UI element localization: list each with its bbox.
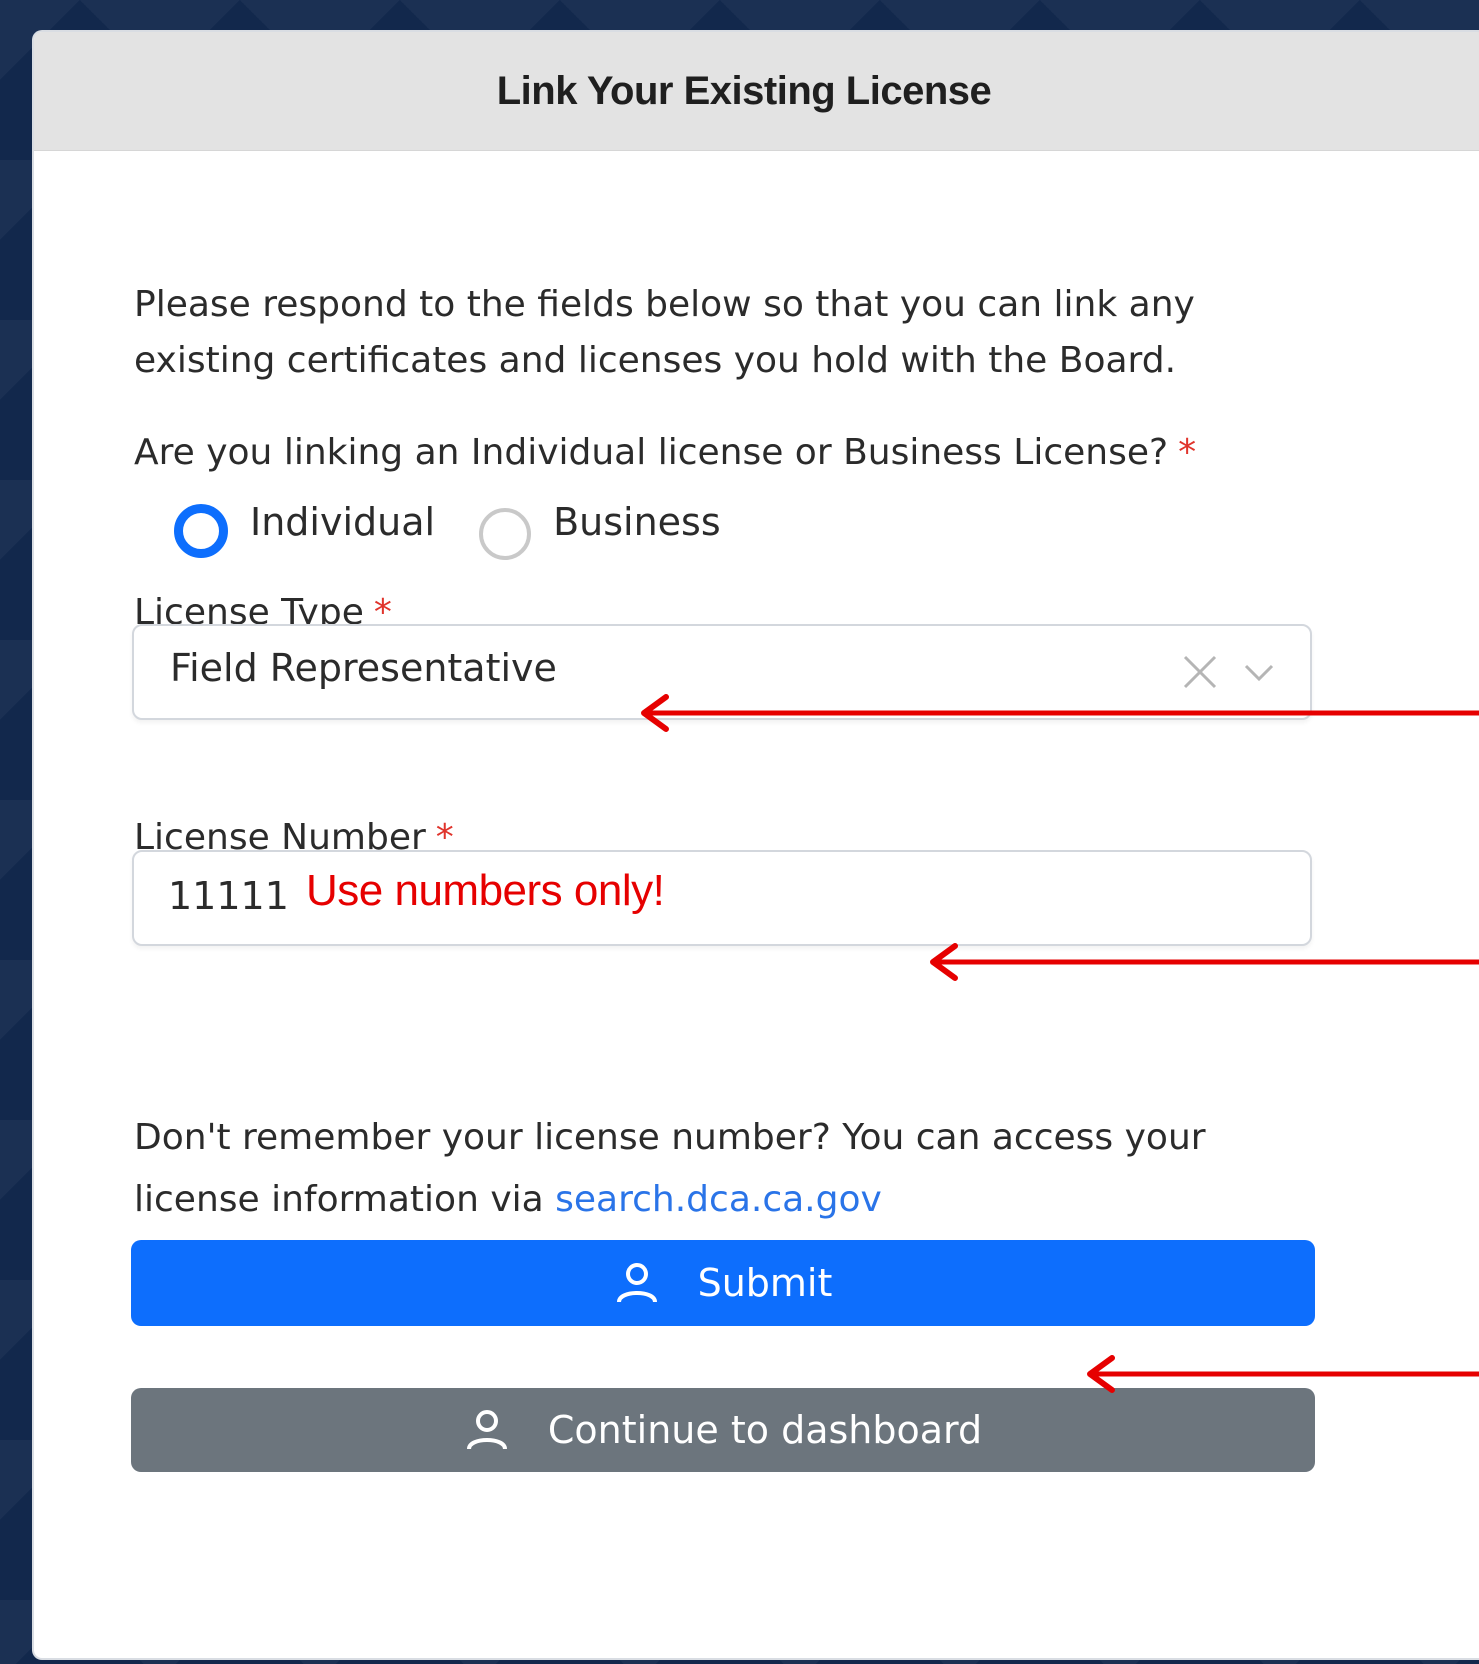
radio-individual[interactable] xyxy=(174,504,228,558)
submit-button-label: Submit xyxy=(697,1261,833,1305)
user-icon xyxy=(616,1263,657,1303)
chevron-down-icon[interactable] xyxy=(1242,658,1276,686)
license-number-input[interactable]: 11111 Use numbers only! xyxy=(132,850,1312,946)
dca-search-link[interactable]: search.dca.ca.gov xyxy=(555,1179,882,1220)
continue-dashboard-button[interactable]: Continue to dashboard xyxy=(131,1388,1315,1472)
license-type-value: Field Representative xyxy=(170,646,557,690)
link-license-card: Link Your Existing License Please respon… xyxy=(34,32,1479,1658)
continue-dashboard-label: Continue to dashboard xyxy=(547,1408,983,1452)
license-kind-question: Are you linking an Individual license or… xyxy=(134,432,1196,473)
radio-business[interactable] xyxy=(479,508,532,560)
license-kind-question-text: Are you linking an Individual license or… xyxy=(134,432,1169,473)
intro-text: Please respond to the fields below so th… xyxy=(134,284,1195,381)
numbers-only-annotation: Use numbers only! xyxy=(306,866,665,915)
arrow-left-icon xyxy=(641,694,1479,732)
arrow-left-icon xyxy=(930,943,1479,981)
radio-option-business[interactable]: Business xyxy=(479,500,721,560)
user-icon xyxy=(466,1410,507,1450)
license-kind-radio-group: Individual Business xyxy=(174,500,721,560)
arrow-left-icon xyxy=(1087,1355,1479,1393)
submit-button[interactable]: Submit xyxy=(131,1240,1315,1326)
radio-business-label[interactable]: Business xyxy=(553,500,721,544)
radio-individual-label[interactable]: Individual xyxy=(250,500,435,544)
help-text: Don't remember your license number? You … xyxy=(134,1107,1334,1231)
card-header: Link Your Existing License xyxy=(34,32,1479,151)
card-title: Link Your Existing License xyxy=(496,68,992,113)
close-icon[interactable] xyxy=(1180,652,1220,692)
license-number-value: 11111 xyxy=(168,874,289,918)
required-asterisk: * xyxy=(1178,432,1197,473)
radio-option-individual[interactable]: Individual xyxy=(174,500,435,558)
